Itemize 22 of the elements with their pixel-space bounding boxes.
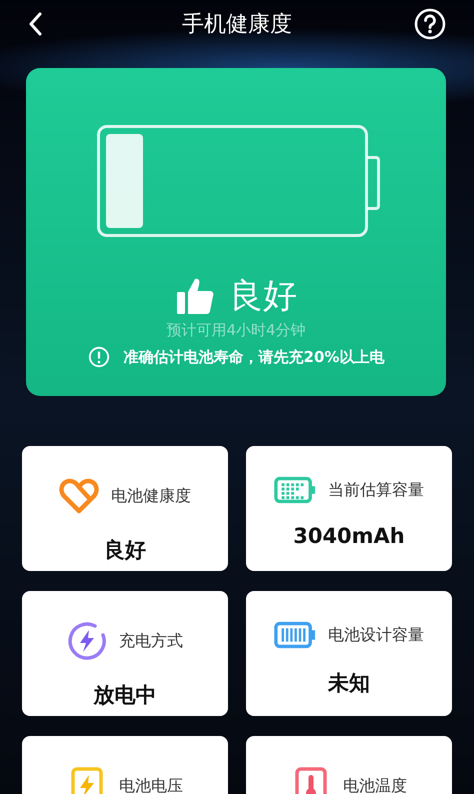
card-value: 良好 <box>104 537 146 564</box>
back-icon[interactable] <box>28 12 42 36</box>
charge-notice: 准确估计电池寿命，请先充20%以上电 <box>124 348 384 366</box>
health-status: 良好 <box>229 275 297 318</box>
card-label: 电池设计容量 <box>328 624 424 646</box>
card-label: 当前估算容量 <box>328 480 424 500</box>
card-label: 电池电压 <box>119 776 183 794</box>
battery-icon <box>274 621 316 649</box>
thumbs-up-icon <box>175 276 215 316</box>
card-value: 3040mAh <box>293 524 405 548</box>
card-label: 电池健康度 <box>111 486 191 506</box>
page-title: 手机健康度 <box>182 11 292 39</box>
card-value: 放电中 <box>94 682 156 709</box>
info-icon <box>88 346 110 368</box>
battery-icon <box>274 476 316 504</box>
heart-icon <box>59 476 99 516</box>
estimated-time: 预计可用4小时4分钟 <box>166 321 306 340</box>
card-label: 电池温度 <box>343 776 407 794</box>
card-label: 充电方式 <box>119 630 183 652</box>
help-icon[interactable] <box>414 8 446 40</box>
card-value: 未知 <box>328 670 370 697</box>
lightning-ring-icon <box>67 621 107 661</box>
